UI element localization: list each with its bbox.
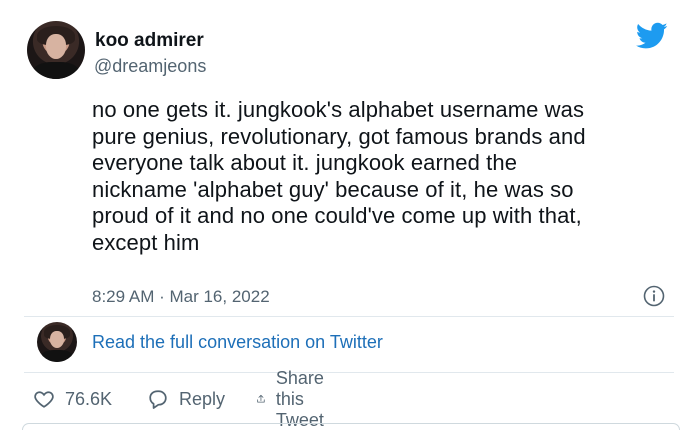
read-conversation-link[interactable]: Read the full conversation on Twitter <box>92 332 383 353</box>
tweet-timestamp[interactable]: 8:29 AM · Mar 16, 2022 <box>92 287 270 307</box>
avatar[interactable] <box>27 21 85 79</box>
tweet-text-line: proud of it and no one could've come up … <box>92 203 582 228</box>
heart-icon <box>34 391 54 408</box>
reply-button[interactable]: Reply <box>147 386 225 412</box>
divider <box>24 316 674 317</box>
divider <box>24 372 674 373</box>
share-button[interactable]: Share this Tweet <box>256 368 336 430</box>
user-handle[interactable]: @dreamjeons <box>94 56 206 77</box>
display-name[interactable]: koo admirer <box>95 30 204 52</box>
share-label: Share this Tweet <box>275 367 324 430</box>
tweet-card: koo admirer @dreamjeons no one gets it. … <box>0 0 700 430</box>
tweet-text-line: except him <box>92 229 200 255</box>
tweet-text-line: everyone talk about it. jungkook earned … <box>92 150 518 175</box>
share-icon <box>257 394 265 403</box>
reply-icon <box>149 390 167 409</box>
info-icon[interactable] <box>643 285 665 307</box>
like-button[interactable]: 76.6K <box>33 386 112 412</box>
tweet-text-line: pure genius, revolutionary, got famous b… <box>92 123 586 149</box>
tweet-text: no one gets it. jungkook's alphabet user… <box>92 97 667 256</box>
tweet-text-line: nickname 'alphabet guy' because of it, h… <box>92 176 574 202</box>
like-count: 76.6K <box>65 388 113 409</box>
reply-label: Reply <box>179 388 226 409</box>
tweet-text-line: no one gets it. jungkook's alphabet user… <box>92 97 585 122</box>
avatar-small[interactable] <box>37 322 77 362</box>
twitter-bird-icon[interactable] <box>636 22 668 50</box>
